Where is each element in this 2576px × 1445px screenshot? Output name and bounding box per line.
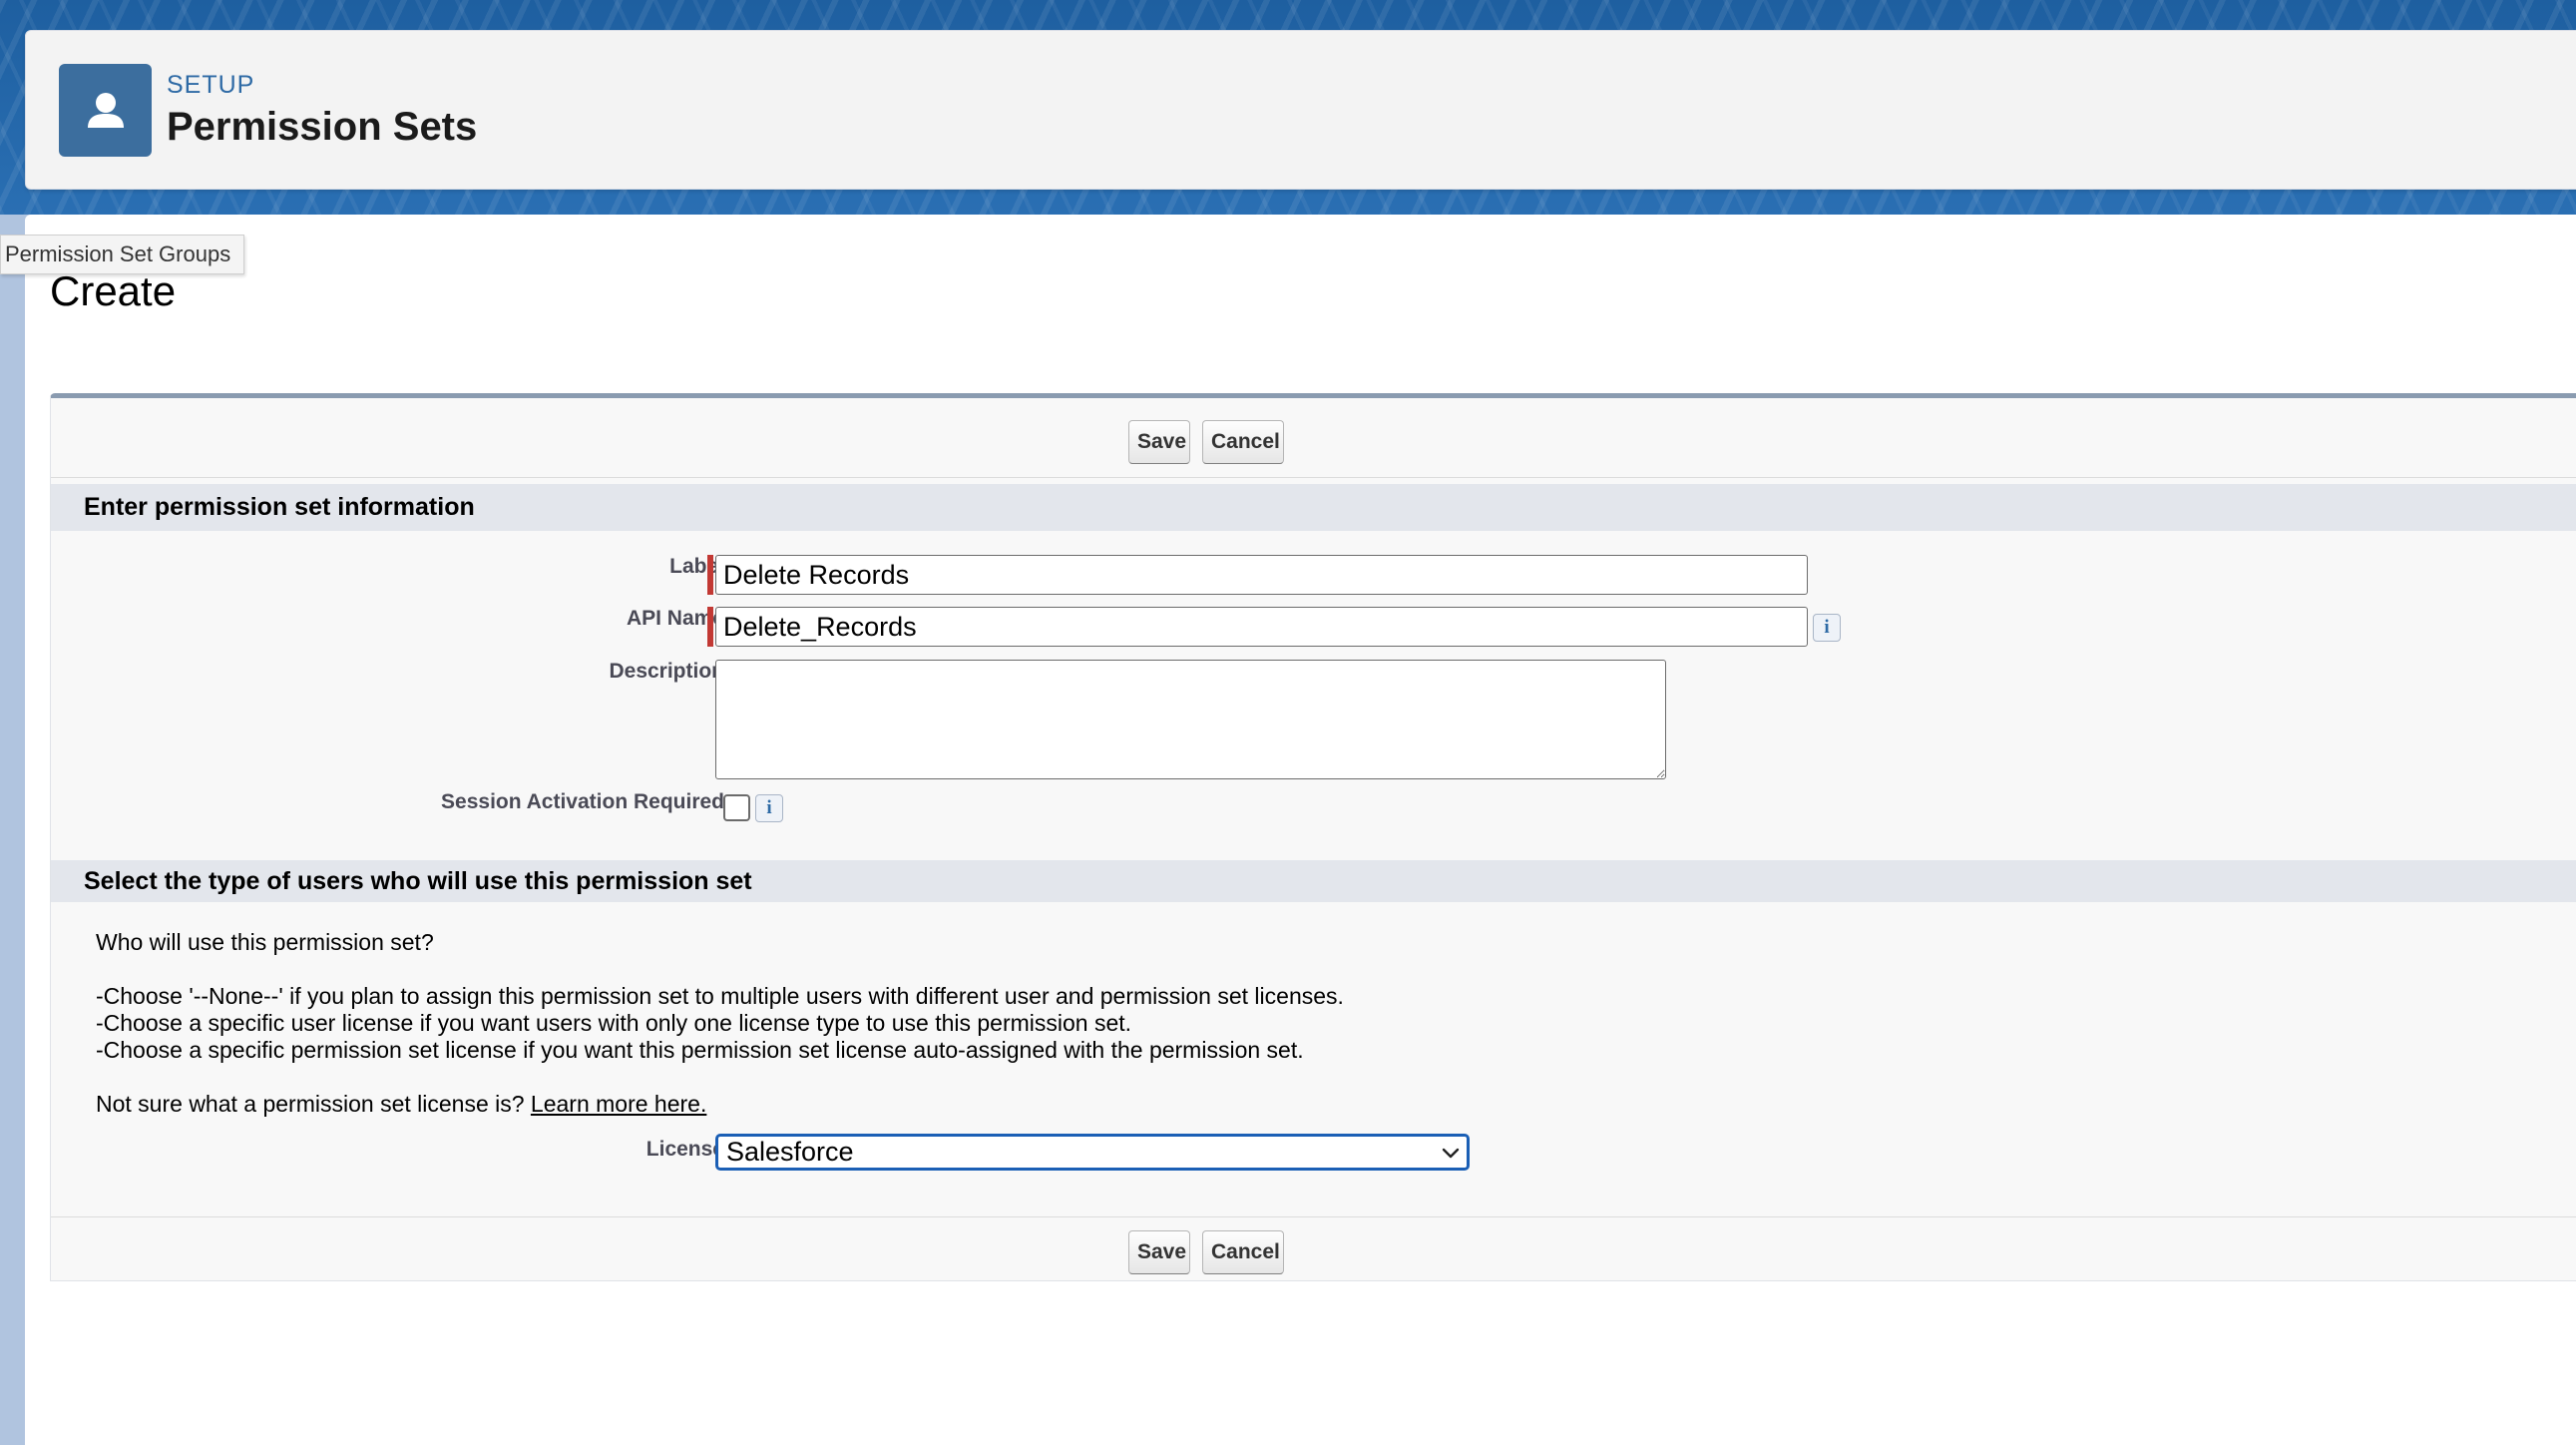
required-indicator: [707, 607, 713, 647]
tooltip: Permission Set Groups: [0, 235, 245, 274]
license-select-value: Salesforce: [726, 1137, 854, 1167]
chevron-down-icon: [1442, 1148, 1460, 1159]
info-icon[interactable]: i: [755, 794, 783, 822]
left-background-strip: [0, 215, 25, 1445]
page-heading: Create: [50, 267, 177, 314]
required-indicator: [707, 555, 713, 595]
license-field-label: License: [645, 1138, 724, 1161]
help-line-1: -Choose '--None--' if you plan to assign…: [96, 983, 1344, 1009]
form-panel: Save Cancel Enter permission set informa…: [50, 393, 2576, 1281]
bottom-button-row: Save Cancel: [51, 1216, 2576, 1296]
help-line-3: -Choose a specific permission set licens…: [96, 1037, 1304, 1063]
label-field-label: Label: [669, 555, 724, 578]
not-sure-text: Not sure what a permission set license i…: [96, 1091, 706, 1118]
save-button[interactable]: Save: [1128, 1230, 1190, 1274]
page-title: Permission Sets: [167, 105, 478, 149]
session-activation-label: Session Activation Required: [441, 790, 724, 813]
top-button-row: Save Cancel: [51, 398, 2576, 478]
cancel-button[interactable]: Cancel: [1202, 1230, 1284, 1274]
license-select[interactable]: Salesforce: [715, 1134, 1470, 1171]
question-text: Who will use this permission set?: [96, 929, 434, 955]
description-field-label: Description: [609, 660, 724, 683]
section-header-info: Enter permission set information: [51, 484, 2576, 531]
save-button[interactable]: Save: [1128, 420, 1190, 464]
api-name-field-label: API Name: [626, 607, 724, 630]
page-header: SETUP Permission Sets: [25, 30, 2576, 190]
not-sure-question: Not sure what a permission set license i…: [96, 1091, 525, 1117]
label-input[interactable]: [715, 555, 1808, 595]
section-header-users: Select the type of users who will use th…: [51, 860, 2576, 902]
session-activation-checkbox[interactable]: [723, 794, 750, 821]
header-eyebrow: SETUP: [167, 71, 255, 99]
learn-more-link[interactable]: Learn more here.: [531, 1091, 706, 1117]
info-icon[interactable]: i: [1813, 614, 1841, 642]
cancel-button[interactable]: Cancel: [1202, 420, 1284, 464]
api-name-input[interactable]: [715, 607, 1808, 647]
help-line-2: -Choose a specific user license if you w…: [96, 1010, 1132, 1036]
description-textarea[interactable]: [715, 660, 1666, 779]
user-icon: [59, 64, 152, 157]
